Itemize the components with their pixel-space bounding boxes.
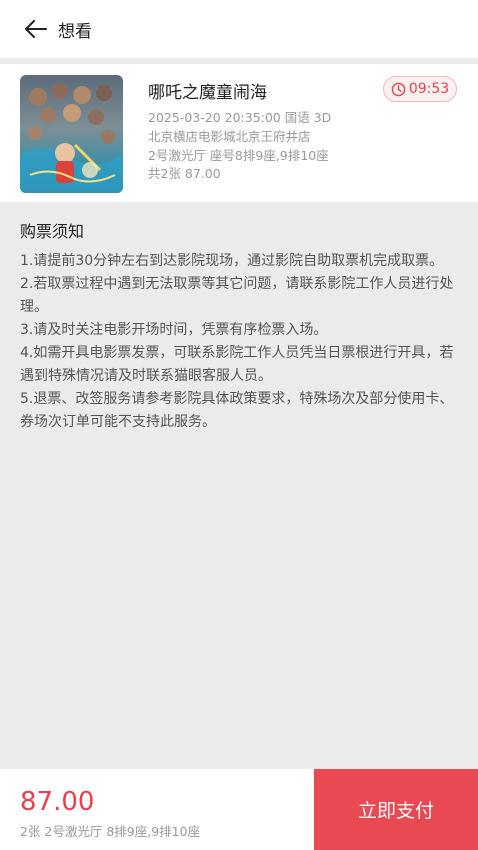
notice-item: 3.请及时关注电影开场时间，凭票有序检票入场。 — [20, 322, 328, 338]
hall-seats: 2号激光厅 座号8排9座,9排10座 — [148, 148, 329, 163]
back-button[interactable] — [14, 7, 58, 51]
notice-body: 1.请提前30分钟左右到达影院现场，通过影院自助取票机完成取票。 2.若取票过程… — [20, 250, 460, 434]
showtime-language: 2025-03-20 20:35:00 国语 3D — [148, 110, 332, 125]
page-title: 想看 — [58, 21, 92, 42]
checkout-bar: 87.00 2张 2号激光厅 8排9座,9排10座 立即支付 — [0, 769, 478, 850]
notice-item: 4.如需开具电影票发票，可联系影院工作人员凭当日票根进行开具，若遇到特殊情况请及… — [20, 345, 454, 384]
notice-item: 5.退票、改签服务请参考影院具体政策要求，特殊场次及部分使用卡、券场次订单可能不… — [20, 391, 454, 430]
movie-poster-image — [20, 75, 123, 193]
top-bar: 想看 — [0, 0, 478, 58]
pay-now-button[interactable]: 立即支付 — [314, 769, 478, 850]
order-card: 哪吒之魔童闹海 09:53 2025-03-20 20:35:00 国语 3D … — [0, 64, 478, 202]
payment-countdown: 09:53 — [383, 76, 457, 102]
cinema-name: 北京横店电影城北京王府井店 — [148, 129, 311, 144]
arrow-left-icon — [25, 20, 47, 38]
countdown-text: 09:53 — [408, 81, 450, 97]
seat-summary: 2张 2号激光厅 8排9座,9排10座 — [20, 824, 201, 839]
total-price: 87.00 — [20, 787, 95, 817]
purchase-notice: 购票须知 1.请提前30分钟左右到达影院现场，通过影院自助取票机完成取票。 2.… — [0, 202, 478, 768]
notice-item: 2.若取票过程中遇到无法取票等其它问题，请联系影院工作人员进行处理。 — [20, 276, 454, 315]
clock-icon — [391, 82, 406, 96]
order-payment-page: 想看 哪吒之魔童闹海 09:53 2025-03-20 20:35:00 国语 … — [0, 0, 478, 850]
movie-title: 哪吒之魔童闹海 — [148, 83, 267, 103]
notice-title: 购票须知 — [20, 222, 85, 241]
notice-item: 1.请提前30分钟左右到达影院现场，通过影院自助取票机完成取票。 — [20, 253, 444, 269]
ticket-total: 共2张 87.00 — [148, 166, 221, 181]
